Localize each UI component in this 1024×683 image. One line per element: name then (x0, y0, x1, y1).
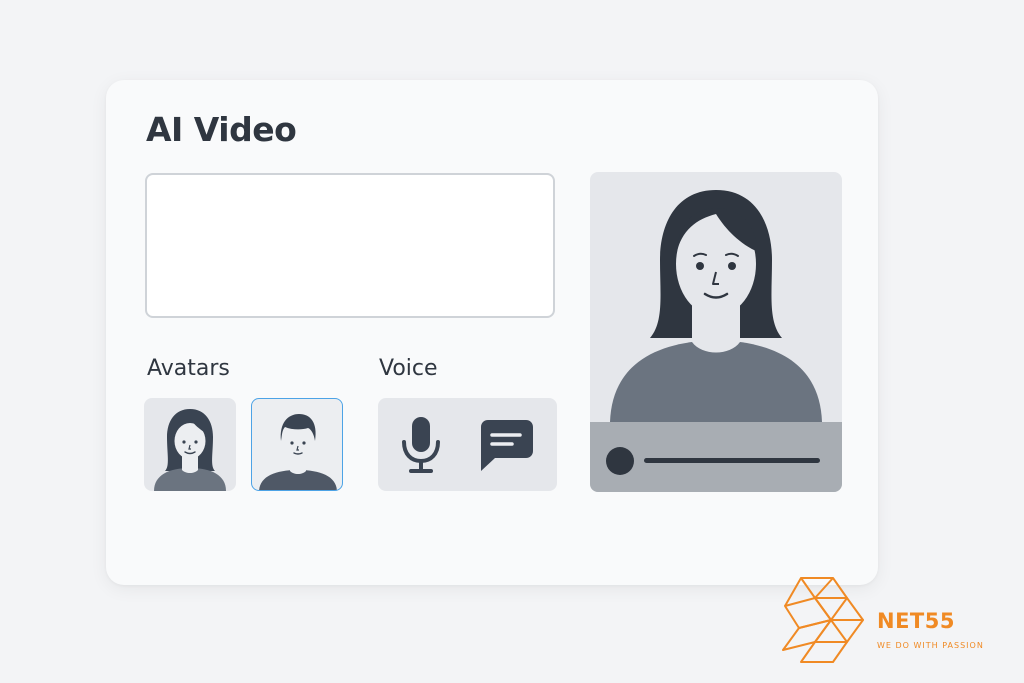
avatars-label: Avatars (147, 356, 230, 381)
speech-bubble-icon (481, 420, 533, 471)
net55-logo-mark-icon (782, 577, 864, 663)
playback-controls (590, 422, 842, 492)
avatar-option-female[interactable] (144, 398, 236, 491)
avatar-option-male[interactable] (251, 398, 343, 491)
brand-name: NET55 (877, 609, 955, 633)
video-preview[interactable] (590, 172, 842, 492)
voice-record-button[interactable] (398, 414, 444, 476)
progress-bar[interactable] (644, 458, 820, 463)
brand-tagline: WE DO WITH PASSION (877, 641, 984, 650)
ai-video-card: AI Video Avatars Voice (106, 80, 878, 585)
script-input[interactable] (145, 173, 555, 318)
voice-label: Voice (379, 356, 438, 381)
presenter-avatar-image (610, 190, 822, 422)
female-avatar-icon (154, 409, 226, 491)
voice-text-button[interactable] (478, 418, 536, 474)
brand-logo: NET55 WE DO WITH PASSION (777, 576, 1012, 664)
page-title: AI Video (146, 110, 297, 149)
microphone-icon (402, 417, 440, 473)
voice-options (378, 398, 557, 491)
play-button[interactable] (606, 447, 634, 475)
male-avatar-icon (259, 414, 337, 490)
